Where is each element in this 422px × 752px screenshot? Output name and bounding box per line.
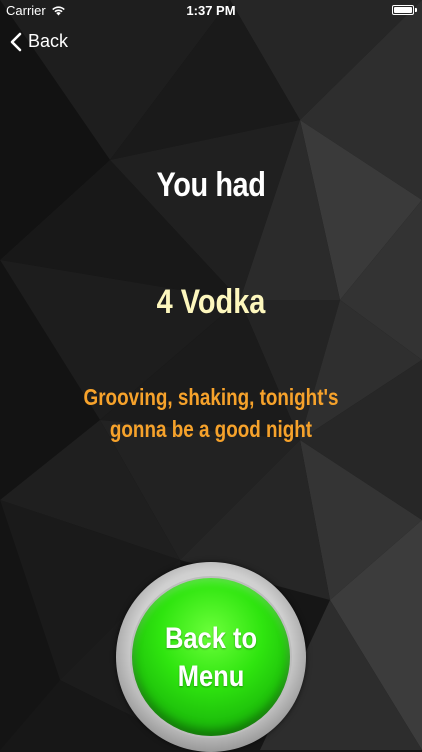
menu-button-label: Back to Menu — [144, 620, 278, 696]
chevron-left-icon — [10, 32, 22, 51]
battery-cap — [415, 8, 417, 12]
drink-message: Grooving, shaking, tonight's gonna be a … — [72, 381, 351, 445]
drink-message-line-2: gonna be a good night — [109, 416, 313, 442]
battery-level — [394, 7, 412, 13]
drink-message-line-1: Grooving, shaking, tonight's — [83, 384, 339, 410]
menu-button-line-1: Back to — [164, 622, 258, 655]
back-button[interactable]: Back — [10, 31, 68, 52]
status-bar: Carrier 1:37 PM — [0, 0, 422, 22]
back-to-menu-button[interactable]: Back to Menu — [116, 562, 306, 752]
status-time: 1:37 PM — [186, 3, 236, 18]
battery-icon — [392, 5, 414, 15]
back-label: Back — [28, 31, 69, 51]
menu-button-face: Back to Menu — [132, 578, 290, 736]
drink-count: 4 Vodka — [156, 283, 266, 321]
menu-button-line-2: Menu — [177, 660, 245, 693]
you-had-heading: You had — [156, 166, 266, 204]
